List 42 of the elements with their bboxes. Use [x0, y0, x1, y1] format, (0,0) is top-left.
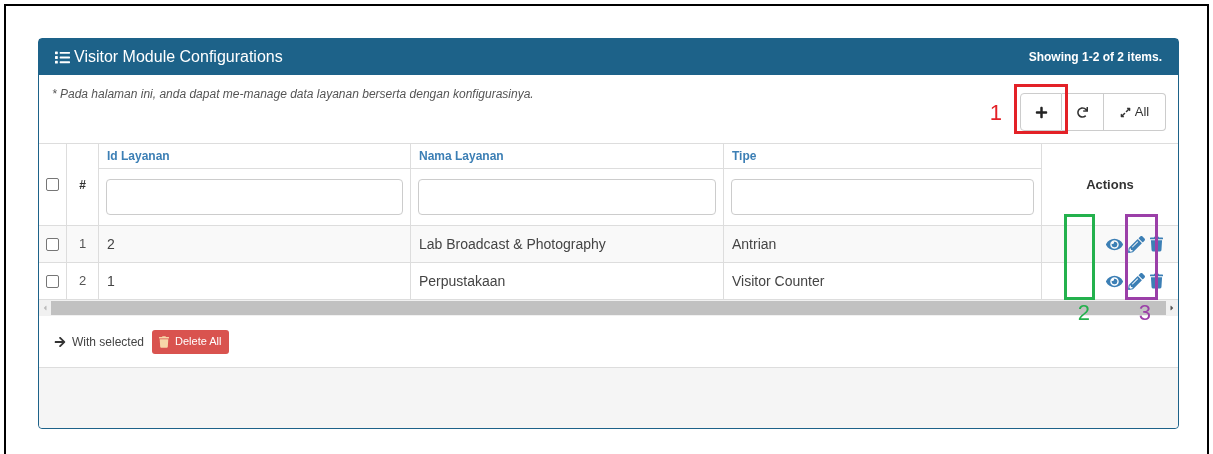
checkbox[interactable] — [46, 274, 59, 288]
checkbox[interactable] — [46, 237, 59, 251]
annotation-number: 2 — [1077, 300, 1090, 326]
expand-icon — [1119, 106, 1131, 118]
delete-icon[interactable] — [1150, 273, 1163, 289]
filter-field[interactable] — [731, 179, 1034, 215]
delete-all-button[interactable]: Delete All — [152, 329, 229, 354]
table-cell-text: 2 — [107, 234, 115, 254]
column-header: Actions — [1086, 175, 1134, 194]
scroll-right-icon[interactable] — [1168, 304, 1176, 312]
refresh-button[interactable] — [1062, 93, 1104, 131]
panel-title: Visitor Module Configurations — [74, 47, 283, 67]
edit-icon[interactable] — [1128, 235, 1145, 253]
table-cell-text: Antrian — [732, 234, 777, 254]
annotation-number: 1 — [989, 98, 1002, 127]
column-header: # — [79, 176, 86, 194]
item-summary: Showing 1-2 of 2 items. — [1028, 49, 1162, 66]
filter-field[interactable] — [106, 179, 403, 215]
edit-icon[interactable] — [1128, 272, 1145, 290]
column-header[interactable]: Nama Layanan — [419, 147, 504, 165]
table-cell-text: Lab Broadcast & Photography — [419, 234, 606, 254]
column-header[interactable]: Tipe — [732, 147, 757, 165]
description: * Pada halaman ini, anda dapat me-manage data layanan berserta dengan konfigurasinya. — [52, 86, 534, 103]
refresh-icon — [1077, 106, 1088, 118]
checkbox[interactable] — [46, 178, 59, 191]
trash-icon — [159, 335, 170, 348]
annotation-number: 3 — [1138, 300, 1151, 326]
table-cell-text: 1 — [107, 271, 115, 291]
arrow-right-icon — [54, 335, 66, 348]
with-selected-label: With selected — [72, 333, 145, 351]
annotation-box — [1014, 84, 1068, 134]
table-cell-text: Perpustakaan — [419, 271, 506, 291]
expand-all-button[interactable]: All — [1104, 93, 1166, 131]
filter-field[interactable] — [418, 179, 716, 215]
list-icon — [55, 49, 70, 65]
table-cell-text: Visitor Counter — [732, 271, 825, 291]
row-number: 2 — [78, 272, 87, 291]
row-number: 1 — [78, 235, 87, 254]
column-header[interactable]: Id Layanan — [107, 147, 170, 165]
add-button[interactable] — [1020, 93, 1062, 131]
plus-icon — [1034, 105, 1048, 119]
delete-icon[interactable] — [1150, 236, 1163, 252]
